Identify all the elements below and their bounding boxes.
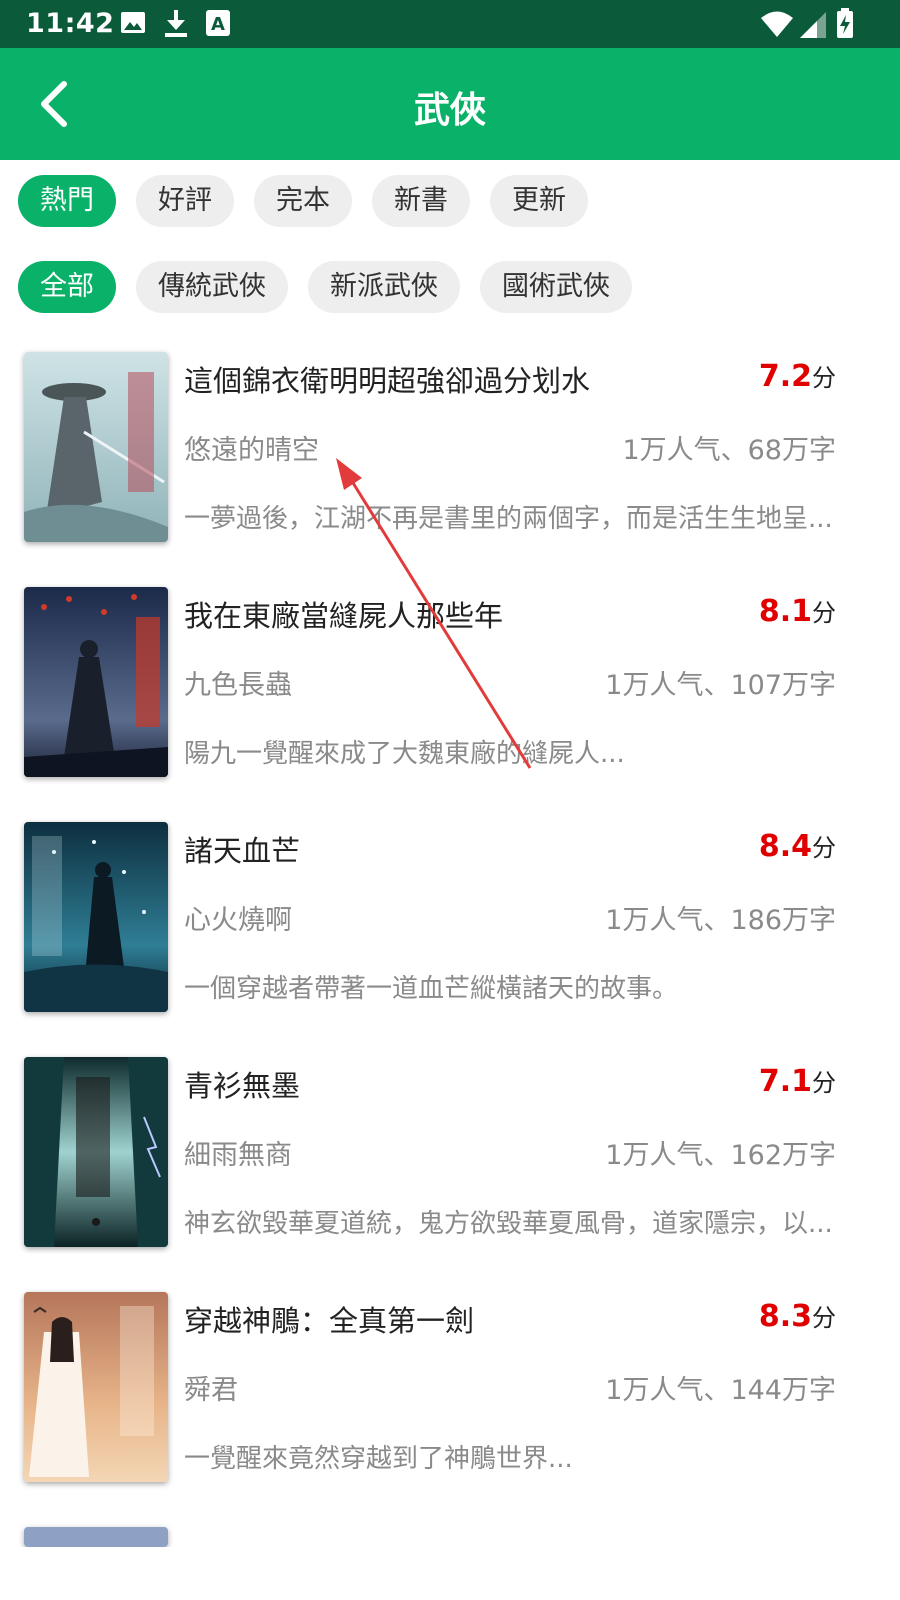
book-score: 8.4分 bbox=[759, 828, 836, 864]
book-cover bbox=[24, 1292, 168, 1482]
book-score: 7.1分 bbox=[759, 1063, 836, 1099]
score-unit: 分 bbox=[812, 1304, 836, 1332]
book-author: 細雨無商 bbox=[184, 1140, 292, 1171]
status-bar: 11:42 A bbox=[0, 0, 900, 48]
book-list-item[interactable]: 諸天血芒 8.4分 心火燒啊 1万人气、186万字 一個穿越者帶著一道血芒縱橫諸… bbox=[0, 818, 900, 1018]
sort-tab-bar: 熱門 好評 完本 新書 更新 bbox=[18, 175, 588, 227]
category-all[interactable]: 全部 bbox=[18, 261, 116, 313]
book-score: 8.3分 bbox=[759, 1298, 836, 1334]
book-list-item[interactable]: 青衫無墨 7.1分 細雨無商 1万人气、162万字 神玄欲毀華夏道統，鬼方欲毀華… bbox=[0, 1053, 900, 1253]
book-score: 7.2分 bbox=[759, 358, 836, 394]
book-cover bbox=[24, 352, 168, 542]
score-unit: 分 bbox=[812, 834, 836, 862]
book-stats: 1万人气、162万字 bbox=[605, 1140, 836, 1171]
signal-icon bbox=[800, 12, 828, 42]
status-time: 11:42 bbox=[26, 8, 115, 39]
book-stats: 1万人气、144万字 bbox=[605, 1375, 836, 1406]
tab-updated[interactable]: 更新 bbox=[490, 175, 588, 227]
book-list-item[interactable]: 穿越神鵰：全真第一劍 8.3分 舜君 1万人气、144万字 一覺醒來竟然穿越到了… bbox=[0, 1288, 900, 1488]
score-value: 8.3 bbox=[758, 1299, 812, 1334]
score-value: 7.1 bbox=[758, 1064, 812, 1099]
book-description: 一覺醒來竟然穿越到了神鵰世界... bbox=[184, 1444, 573, 1474]
book-author: 心火燒啊 bbox=[184, 905, 292, 936]
book-author: 九色長蟲 bbox=[184, 670, 292, 701]
book-cover bbox=[24, 587, 168, 777]
wifi-icon bbox=[760, 10, 794, 42]
book-stats: 1万人气、107万字 bbox=[605, 670, 836, 701]
score-value: 8.4 bbox=[758, 829, 812, 864]
tab-new-books[interactable]: 新書 bbox=[372, 175, 470, 227]
text-a-icon: A bbox=[206, 10, 230, 40]
score-value: 7.2 bbox=[758, 359, 812, 394]
page-title: 武俠 bbox=[413, 90, 486, 131]
score-unit: 分 bbox=[812, 364, 836, 392]
book-stats: 1万人气、186万字 bbox=[605, 905, 836, 936]
image-icon bbox=[120, 10, 146, 40]
book-title: 諸天血芒 bbox=[184, 834, 301, 868]
book-list-item[interactable]: 我在東廠當縫屍人那些年 8.1分 九色長蟲 1万人气、107万字 陽九一覺醒來成… bbox=[0, 583, 900, 783]
book-score: 8.1分 bbox=[759, 593, 836, 629]
score-value: 8.1 bbox=[758, 594, 812, 629]
tab-top-rated[interactable]: 好評 bbox=[136, 175, 234, 227]
book-stats: 1万人气、68万字 bbox=[622, 435, 836, 466]
book-author: 舜君 bbox=[184, 1375, 238, 1406]
battery-icon bbox=[836, 8, 854, 42]
book-description: 一個穿越者帶著一道血芒縱橫諸天的故事。 bbox=[184, 974, 679, 1004]
tab-hot[interactable]: 熱門 bbox=[18, 175, 116, 227]
book-list-item[interactable]: 這個錦衣衛明明超強卻過分划水 7.2分 悠遠的晴空 1万人气、68万字 一夢過後… bbox=[0, 348, 900, 548]
book-title: 我在東廠當縫屍人那些年 bbox=[184, 599, 504, 633]
book-cover bbox=[24, 1057, 168, 1247]
category-tab-bar: 全部 傳統武俠 新派武俠 國術武俠 bbox=[18, 261, 632, 313]
book-title: 青衫無墨 bbox=[184, 1069, 301, 1103]
score-unit: 分 bbox=[812, 599, 836, 627]
book-list-item-partial[interactable] bbox=[0, 1523, 900, 1547]
svg-text:A: A bbox=[211, 14, 225, 35]
category-new-school[interactable]: 新派武俠 bbox=[308, 261, 460, 313]
book-description: 一夢過後，江湖不再是書里的兩個字，而是活生生地呈... bbox=[184, 504, 833, 534]
download-icon bbox=[164, 10, 188, 42]
book-description: 神玄欲毀華夏道統，鬼方欲毀華夏風骨，道家隱宗，以... bbox=[184, 1209, 833, 1239]
book-title: 這個錦衣衛明明超強卻過分划水 bbox=[184, 364, 591, 398]
app-bar: 武俠 bbox=[0, 48, 900, 160]
book-cover bbox=[24, 822, 168, 1012]
book-description: 陽九一覺醒來成了大魏東廠的縫屍人... bbox=[184, 739, 625, 769]
category-traditional[interactable]: 傳統武俠 bbox=[136, 261, 288, 313]
book-author: 悠遠的晴空 bbox=[184, 435, 319, 466]
tab-completed[interactable]: 完本 bbox=[254, 175, 352, 227]
book-cover bbox=[24, 1527, 168, 1547]
score-unit: 分 bbox=[812, 1069, 836, 1097]
category-martial-arts[interactable]: 國術武俠 bbox=[480, 261, 632, 313]
book-title: 穿越神鵰：全真第一劍 bbox=[184, 1304, 475, 1338]
